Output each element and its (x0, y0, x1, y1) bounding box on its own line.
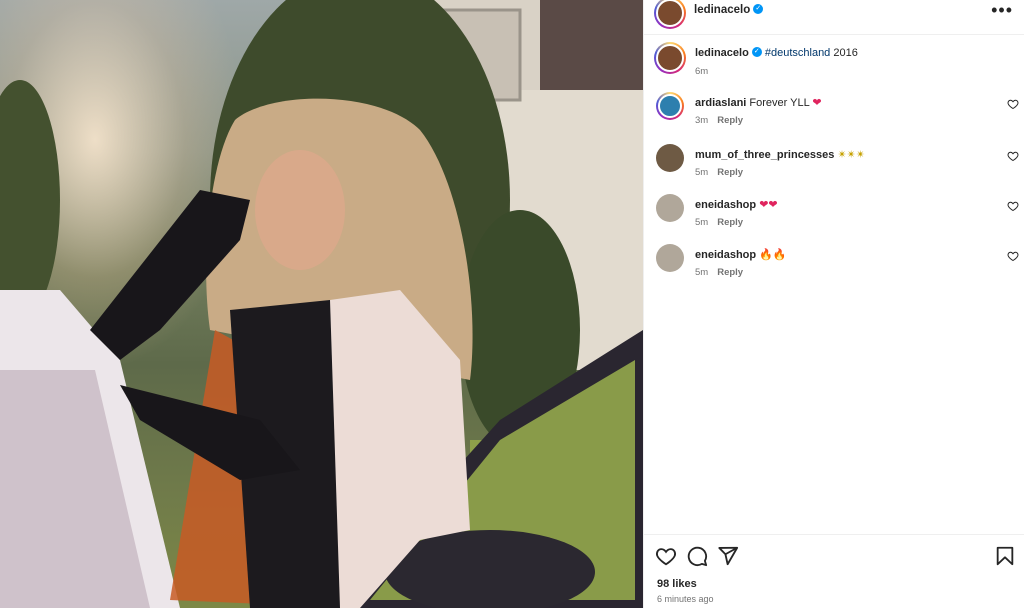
caption-author-avatar[interactable] (654, 42, 686, 74)
reply-button[interactable]: Reply (717, 267, 743, 278)
comment-item: eneidashop 🔥🔥 5m Reply (654, 244, 1024, 284)
comment-avatar[interactable] (656, 144, 684, 172)
comment-time: 5m (695, 267, 709, 278)
comment-item: eneidashop ❤❤ 5m Reply (654, 194, 1024, 234)
post-actions: 98 likes 6 minutes ago (644, 534, 1024, 608)
comment-line: eneidashop 🔥🔥 (695, 248, 787, 261)
comment-meta: 3m Reply (695, 115, 743, 126)
post-photo (0, 0, 643, 608)
comment-time: 5m (695, 167, 709, 178)
post-side-panel: ledinacelo ✓ ••• ledinacelo ✓ #deutschland… (643, 0, 1024, 608)
caption-line: ledinacelo ✓ #deutschland 2016 (695, 47, 858, 59)
comment-username[interactable]: eneidashop (695, 199, 756, 211)
caption-author-username[interactable]: ledinacelo (695, 47, 749, 59)
comment-line: ardiaslani Forever YLL ❤ (695, 96, 822, 109)
tree-left (0, 80, 60, 320)
photo-illustration (0, 0, 643, 608)
comment-like-heart-icon[interactable] (1007, 98, 1019, 110)
comment-username[interactable]: mum_of_three_princesses (695, 149, 834, 161)
comment-meta: 5m Reply (695, 267, 743, 278)
more-options-icon[interactable]: ••• (991, 0, 1013, 20)
comment-item: ardiaslani Forever YLL ❤ 3m Reply (654, 92, 1024, 132)
author-avatar[interactable] (654, 0, 686, 29)
red-heart-emoji: ❤❤ (759, 199, 778, 211)
verified-badge-icon: ✓ (751, 47, 762, 58)
comment-line: eneidashop ❤❤ (695, 198, 778, 211)
red-heart-emoji: ❤ (812, 97, 822, 109)
post-caption: ledinacelo ✓ #deutschland 2016 6m (654, 42, 1019, 80)
fire-emoji: 🔥🔥 (759, 249, 787, 261)
comment-like-heart-icon[interactable] (1007, 200, 1019, 212)
caption-hashtag[interactable]: #deutschland (765, 47, 830, 59)
star-emoji: ✴✴✴ (837, 149, 866, 161)
post-header: ledinacelo ✓ ••• (644, 0, 1024, 35)
comment-meta: 5m Reply (695, 167, 743, 178)
author-username-header[interactable]: ledinacelo ✓ (694, 3, 764, 16)
comment-like-heart-icon[interactable] (1007, 250, 1019, 262)
caption-time: 6m (695, 66, 709, 77)
comment-username[interactable]: ardiaslani (695, 97, 746, 109)
reply-button[interactable]: Reply (717, 115, 743, 126)
comment-avatar[interactable] (656, 92, 684, 120)
paper-plane-icon[interactable] (717, 545, 739, 567)
verified-badge-icon: ✓ (753, 3, 764, 14)
woman-face (255, 150, 345, 270)
comment-avatar[interactable] (656, 194, 684, 222)
bookmark-icon[interactable] (994, 545, 1016, 567)
comment-text: Forever YLL (749, 97, 810, 109)
reply-button[interactable]: Reply (717, 167, 743, 178)
reply-button[interactable]: Reply (717, 217, 743, 228)
caption-text: 2016 (830, 47, 858, 59)
comment-line: mum_of_three_princesses ✴✴✴ (695, 148, 865, 161)
comment-time: 5m (695, 217, 709, 228)
comment-avatar[interactable] (656, 244, 684, 272)
likes-count[interactable]: 98 likes (657, 578, 697, 590)
comment-username[interactable]: eneidashop (695, 249, 756, 261)
comment-like-heart-icon[interactable] (1007, 150, 1019, 162)
comment-item: mum_of_three_princesses ✴✴✴ 5m Reply (654, 144, 1024, 184)
post-timestamp: 6 minutes ago (657, 594, 714, 604)
comment-bubble-icon[interactable] (686, 545, 708, 567)
comment-time: 3m (695, 115, 709, 126)
heart-icon[interactable] (655, 545, 677, 567)
comment-meta: 5m Reply (695, 217, 743, 228)
